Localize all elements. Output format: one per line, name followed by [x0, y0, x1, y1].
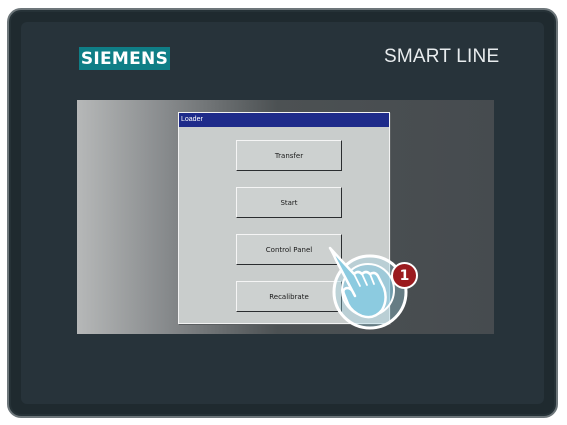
dialog-title: Loader [179, 113, 389, 127]
start-button[interactable]: Start [236, 187, 342, 218]
transfer-button[interactable]: Transfer [236, 140, 342, 171]
step-number-badge: 1 [391, 262, 418, 289]
product-line-label: SMART LINE [384, 46, 500, 67]
brand-logo: SIEMENS [79, 47, 170, 70]
